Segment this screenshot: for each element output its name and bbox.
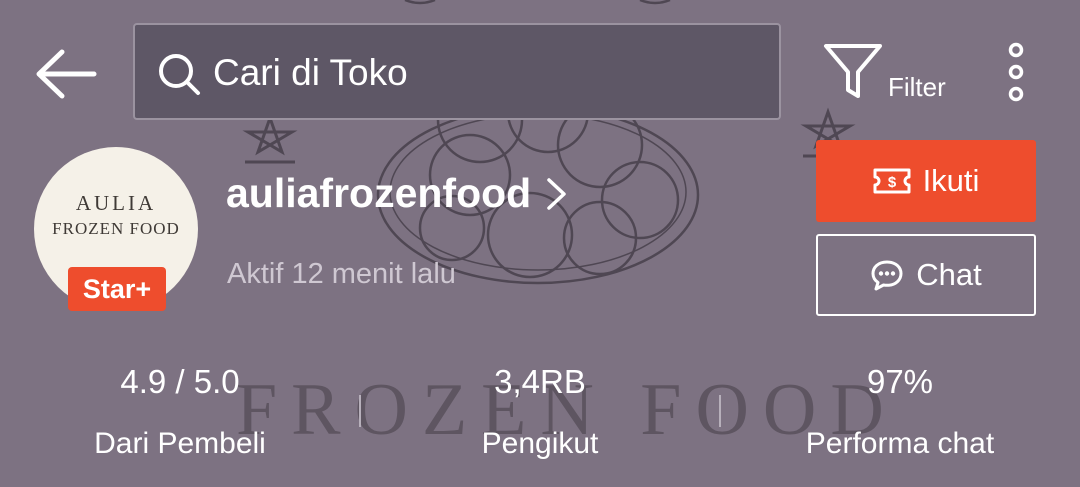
stat-chat-performance[interactable]: 97% Performa chat bbox=[720, 362, 1080, 462]
stat-rating[interactable]: 4.9 / 5.0 Dari Pembeli bbox=[0, 362, 360, 462]
stat-followers-label: Pengikut bbox=[481, 427, 599, 460]
shop-name-link[interactable]: auliafrozenfood bbox=[226, 170, 569, 217]
stat-chat-performance-value: 97% bbox=[866, 363, 934, 400]
more-vertical-icon bbox=[1008, 42, 1024, 102]
shop-name: auliafrozenfood bbox=[226, 170, 532, 216]
svg-text:$: $ bbox=[887, 174, 896, 191]
filter-label: Filter bbox=[888, 72, 946, 102]
avatar-logo-line1: AULIA bbox=[75, 191, 157, 215]
stat-rating-value: 4.9 / 5.0 bbox=[120, 363, 240, 400]
search-icon bbox=[159, 54, 200, 95]
filter-button[interactable]: Filter bbox=[822, 40, 954, 104]
active-status: Aktif 12 menit lalu bbox=[227, 258, 456, 290]
stat-rating-label: Dari Pembeli bbox=[94, 427, 266, 460]
arrow-left-icon bbox=[36, 49, 97, 99]
stat-followers-value: 3,4RB bbox=[494, 363, 586, 400]
search-input[interactable] bbox=[213, 47, 753, 99]
stat-chat-performance-label: Performa chat bbox=[805, 427, 995, 460]
stat-followers[interactable]: 3,4RB Pengikut bbox=[360, 362, 720, 462]
more-options-button[interactable] bbox=[1000, 42, 1032, 102]
follow-button[interactable]: $ Ikuti bbox=[816, 140, 1036, 222]
back-button[interactable] bbox=[30, 38, 102, 110]
follow-label: Ikuti bbox=[922, 163, 980, 198]
chat-button[interactable]: Chat bbox=[816, 234, 1036, 316]
star-plus-badge: Star+ bbox=[68, 267, 166, 311]
search-bar[interactable] bbox=[133, 23, 781, 120]
chat-label: Chat bbox=[916, 257, 982, 292]
filter-icon bbox=[824, 44, 882, 98]
chevron-right-icon bbox=[547, 177, 566, 210]
avatar-logo-line2: FROZEN FOOD bbox=[52, 219, 180, 238]
chat-bubble-icon bbox=[871, 260, 903, 291]
follow-ticket-icon: $ bbox=[873, 168, 911, 194]
